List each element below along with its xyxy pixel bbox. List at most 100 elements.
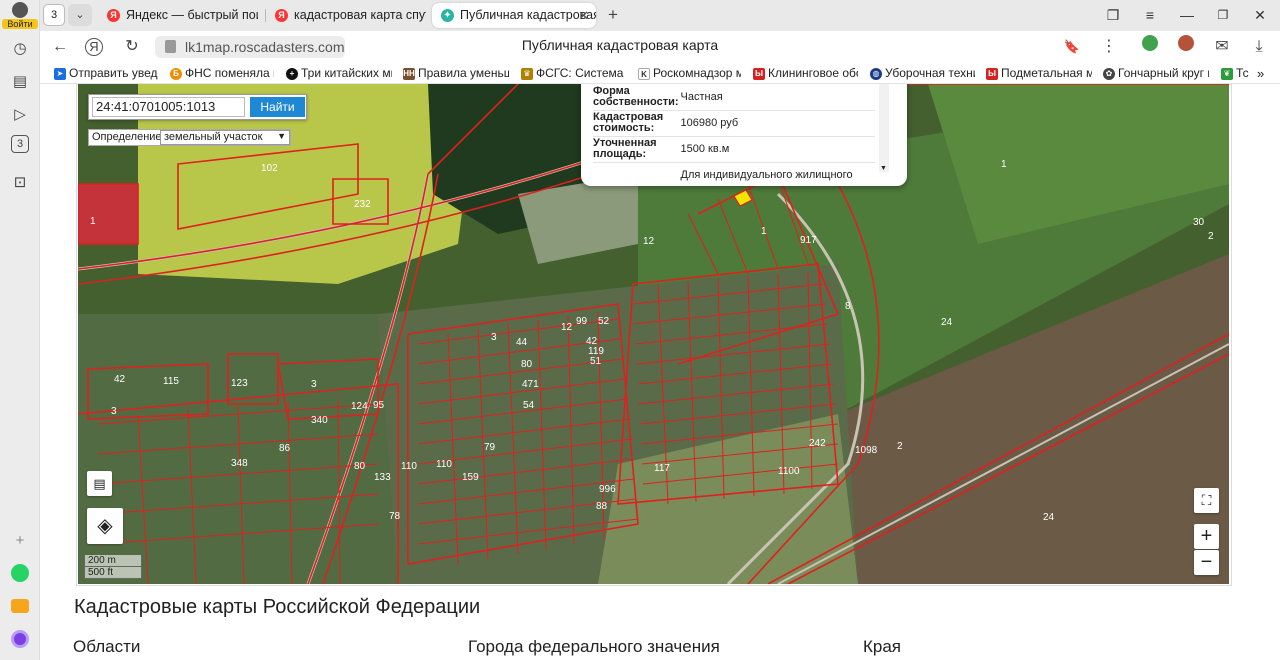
yandex-icon[interactable]: Я bbox=[85, 38, 103, 56]
layers-icon[interactable]: ◈ bbox=[87, 508, 123, 544]
k-icon: K bbox=[638, 68, 650, 80]
protect-shield-icon[interactable] bbox=[1138, 35, 1162, 59]
restore-icon[interactable]: ❐ bbox=[1209, 4, 1237, 26]
tab-bar: 3 ⌄ Я Яндекс — быстрый поиск Я кадастров… bbox=[40, 0, 1280, 31]
definition-select[interactable]: земельный участок ▼ bbox=[160, 130, 290, 145]
chat-icon[interactable]: ✉ bbox=[1210, 35, 1234, 59]
play-icon[interactable]: ▷ bbox=[8, 102, 32, 126]
minimize-icon[interactable]: — bbox=[1173, 4, 1201, 26]
cadastral-favicon-icon: ✦ bbox=[441, 9, 454, 22]
mail-icon[interactable] bbox=[8, 594, 32, 618]
popup-scrollbar[interactable]: ▼ bbox=[879, 84, 889, 172]
row-value: 106980 руб bbox=[678, 110, 875, 137]
parcel-label: 996 bbox=[599, 484, 616, 495]
column-heading-regions: Области bbox=[73, 637, 141, 656]
extension-icon[interactable] bbox=[1174, 35, 1198, 59]
row-value: 1500 кв.м bbox=[678, 136, 875, 163]
bookmark-item[interactable]: ЫПодметальная машина bbox=[984, 65, 1092, 82]
bookmark-item[interactable]: KРоскомнадзор может bbox=[636, 65, 741, 82]
nn-icon: НН bbox=[403, 68, 415, 80]
more-icon[interactable]: ⋮ bbox=[1097, 35, 1121, 59]
back-icon[interactable]: ← bbox=[48, 35, 72, 59]
bookmark-item[interactable]: ◍Уборочная техника bbox=[868, 65, 975, 82]
parcel-label: 24 bbox=[941, 317, 953, 328]
row-value: Частная bbox=[678, 84, 875, 111]
whatsapp-icon[interactable] bbox=[8, 561, 32, 585]
parcel-label: 348 bbox=[231, 458, 248, 469]
emblem-icon: ♛ bbox=[521, 68, 533, 80]
row-key: Кадастровая стоимость: bbox=[593, 110, 679, 137]
bookmark-item[interactable]: БФНС поменяла правила bbox=[168, 65, 274, 82]
parcel-label: 1 bbox=[761, 226, 767, 237]
cadastral-map[interactable]: 1 102 232 42 115 123 3 340 348 86 124 11… bbox=[78, 84, 1229, 584]
parcel-label: 917 bbox=[800, 235, 817, 246]
screenshot-icon[interactable]: ⊡ bbox=[8, 170, 32, 194]
parcel-label: 51 bbox=[590, 356, 602, 367]
bookmark-item[interactable]: ➤Отправить уведомление bbox=[52, 65, 158, 82]
row-key: Форма собственности: bbox=[593, 84, 679, 111]
bookmark-item[interactable]: +Три китайских миллиардера bbox=[284, 65, 392, 82]
parcel-label: 102 bbox=[261, 163, 278, 174]
download-icon[interactable]: ⤓ bbox=[1247, 35, 1271, 59]
chevron-down-icon[interactable]: ⌄ bbox=[68, 4, 92, 26]
column-heading-territories: Края bbox=[863, 637, 902, 656]
close-icon[interactable]: ✕ bbox=[578, 3, 589, 28]
parcel-label: 80 bbox=[354, 461, 366, 472]
scroll-down-icon[interactable]: ▼ bbox=[880, 165, 887, 172]
parcel-label: 133 bbox=[374, 472, 391, 483]
parcel-label: 8 bbox=[845, 301, 851, 312]
bookmark-item[interactable]: ЫКлининговое оборудование bbox=[751, 65, 858, 82]
tab-yandex[interactable]: Я Яндекс — быстрый поиск bbox=[98, 3, 258, 28]
row-key bbox=[593, 162, 679, 186]
bookmark-item[interactable]: ♛ФСГС: Система сбора bbox=[519, 65, 625, 82]
cadastral-number-input[interactable]: 24:41:0701005:1013 bbox=[92, 97, 245, 117]
bookmark-item[interactable]: ННПравила уменьшения bbox=[401, 65, 509, 82]
tabs-count-icon[interactable]: 3 bbox=[11, 135, 29, 153]
parcel-label: 42 bbox=[114, 374, 126, 385]
collections-icon[interactable]: ▤ bbox=[8, 69, 32, 93]
parcel-label: 159 bbox=[462, 472, 479, 483]
login-button[interactable]: Войти bbox=[2, 2, 38, 30]
legend-book-icon[interactable]: ▤ bbox=[87, 471, 112, 496]
tab-public-cadastral[interactable]: ✦ Публичная кадастровая ✕ bbox=[432, 3, 596, 28]
parcel-info-table: Форма собственности: Частная Кадастровая … bbox=[593, 84, 875, 186]
tab-title: кадастровая карта спутник bbox=[294, 8, 426, 22]
bookmarks-bar: ➤Отправить уведомление БФНС поменяла пра… bbox=[40, 63, 1280, 84]
new-tab-button[interactable]: + bbox=[602, 4, 624, 26]
parcel-label: 1100 bbox=[778, 466, 800, 477]
bookmark-icon[interactable]: 🔖 bbox=[1060, 35, 1084, 59]
fullscreen-icon[interactable]: ⛶ bbox=[1194, 488, 1219, 513]
zoom-out-button[interactable]: − bbox=[1194, 550, 1219, 575]
close-window-icon[interactable]: ✕ bbox=[1246, 4, 1274, 26]
bookmark-item[interactable]: ❦ Тс bbox=[1219, 65, 1251, 82]
bookmark-item[interactable]: ✿Гончарный круг купить bbox=[1101, 65, 1209, 82]
definition-value: земельный участок bbox=[164, 131, 263, 143]
parcel-label: 1 bbox=[90, 216, 96, 227]
search-button[interactable]: Найти bbox=[250, 97, 305, 117]
url-field[interactable]: lk1map.roscadasters.com bbox=[155, 36, 345, 58]
tab-counter[interactable]: 3 bbox=[43, 4, 65, 26]
site-info-icon[interactable] bbox=[165, 40, 176, 53]
table-row: Кадастровая стоимость: 106980 руб bbox=[593, 110, 875, 137]
scale-metric: 200 m bbox=[84, 555, 142, 567]
menu-icon[interactable]: ≡ bbox=[1136, 4, 1164, 26]
parcel-label: 110 bbox=[436, 459, 452, 470]
add-icon[interactable]: + bbox=[8, 528, 32, 552]
alice-icon[interactable] bbox=[8, 627, 32, 651]
bookmarks-panel-icon[interactable]: ❐ bbox=[1099, 4, 1127, 26]
fns-icon: Б bbox=[170, 68, 182, 80]
arrow-icon: ➤ bbox=[54, 68, 66, 80]
tab-cadastral-search[interactable]: Я кадастровая карта спутник bbox=[266, 3, 426, 28]
zoom-in-button[interactable]: + bbox=[1194, 524, 1219, 549]
parcel-label: 2 bbox=[1208, 231, 1214, 242]
parcel-label: 95 bbox=[373, 400, 385, 411]
parcel-label: 471 bbox=[522, 379, 539, 390]
reload-icon[interactable]: ↻ bbox=[120, 35, 144, 59]
history-icon[interactable]: ◷ bbox=[8, 36, 32, 60]
pin-icon: ✿ bbox=[1103, 68, 1115, 80]
vk-icon: Ы bbox=[986, 68, 998, 80]
parcel-label: 99 bbox=[576, 316, 588, 327]
tab-title: Яндекс — быстрый поиск bbox=[126, 8, 258, 22]
more-bookmarks-icon[interactable]: » bbox=[1254, 65, 1274, 82]
parcel-label: 12 bbox=[643, 236, 655, 247]
